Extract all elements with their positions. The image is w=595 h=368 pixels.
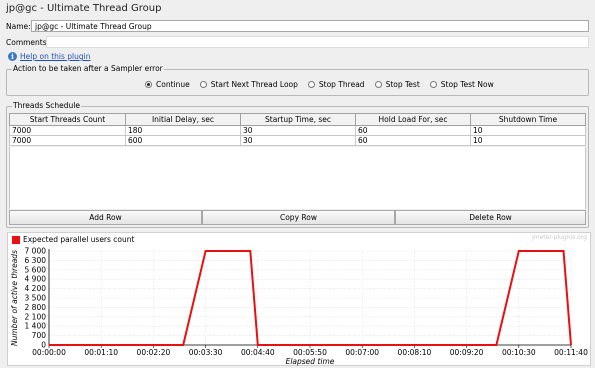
sampler-error-options: Continue Start Next Thread Loop Stop Thr… (145, 80, 504, 89)
column-header[interactable]: Hold Load For, sec (355, 113, 471, 126)
radio-unchecked-icon (374, 81, 382, 88)
help-link[interactable]: Help on this plugin (20, 52, 90, 61)
radio-label: Stop Test Now (440, 80, 494, 89)
radio-label: Start Next Thread Loop (210, 80, 298, 89)
radio-unchecked-icon (429, 81, 437, 88)
column-header[interactable]: Start Threads Count (9, 113, 126, 126)
table-cell[interactable]: 600 (125, 135, 241, 146)
table-row[interactable]: 7000 600 30 60 10 (9, 135, 586, 146)
name-label: Name: (6, 22, 31, 31)
name-field[interactable]: jp@gc - Ultimate Thread Group (31, 20, 589, 32)
radio-stop-test-now[interactable]: Stop Test Now (429, 80, 494, 89)
table-cell[interactable]: 7000 (9, 135, 126, 146)
comments-label: Comments: (6, 38, 50, 47)
column-header[interactable]: Initial Delay, sec (125, 113, 241, 126)
window-title: jp@gc - Ultimate Thread Group (6, 3, 162, 14)
chart-legend: Expected parallel users count (12, 235, 134, 244)
delete-row-button[interactable]: Delete Row (395, 210, 586, 225)
radio-label: Continue (156, 80, 190, 89)
radio-continue[interactable]: Continue (145, 80, 190, 89)
table-cell[interactable]: 7000 (9, 125, 126, 136)
comments-field[interactable] (46, 36, 589, 48)
sampler-error-title: Action to be taken after a Sampler error (12, 64, 164, 73)
threads-schedule-title: Threads Schedule (12, 101, 81, 110)
chart-panel (7, 232, 591, 366)
info-icon: i (8, 52, 17, 61)
column-header[interactable]: Startup Time, sec (240, 113, 356, 126)
radio-label: Stop Thread (318, 80, 365, 89)
table-header-row: Start Threads Count Initial Delay, sec S… (9, 113, 586, 126)
add-row-button[interactable]: Add Row (9, 210, 202, 225)
radio-label: Stop Test (385, 80, 420, 89)
column-header[interactable]: Shutdown Time (470, 113, 586, 126)
table-cell[interactable]: 180 (125, 125, 241, 136)
table-cell[interactable]: 60 (355, 125, 471, 136)
table-cell[interactable]: 30 (240, 125, 356, 136)
radio-stop-thread[interactable]: Stop Thread (307, 80, 365, 89)
table-empty-area[interactable] (9, 147, 586, 209)
table-cell[interactable]: 30 (240, 135, 356, 146)
radio-checked-icon (145, 81, 152, 88)
table-cell[interactable]: 10 (470, 125, 586, 136)
radio-unchecked-icon (307, 81, 315, 88)
legend-label: Expected parallel users count (23, 235, 135, 244)
legend-swatch (12, 235, 20, 244)
radio-stop-test[interactable]: Stop Test (374, 80, 420, 89)
copy-row-button[interactable]: Copy Row (202, 210, 395, 225)
chart-watermark: jmeter-plugins.org (532, 234, 587, 241)
threads-schedule-table: Start Threads Count Initial Delay, sec S… (9, 113, 586, 146)
table-row[interactable]: 7000 180 30 60 10 (9, 125, 586, 136)
help-row: i Help on this plugin (8, 52, 90, 61)
radio-unchecked-icon (199, 81, 207, 88)
table-cell[interactable]: 10 (470, 135, 586, 146)
table-cell[interactable]: 60 (355, 135, 471, 146)
radio-start-next-thread-loop[interactable]: Start Next Thread Loop (199, 80, 298, 89)
